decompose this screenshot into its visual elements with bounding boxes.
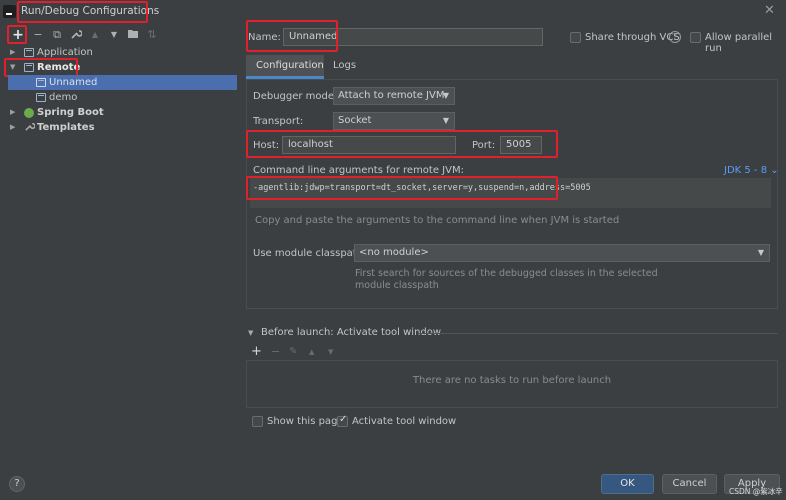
edit-task-icon[interactable]: ✎ [289,346,297,357]
tab-label: Configuration [256,60,324,71]
tree-item-templates[interactable]: ▶ Templates [8,120,237,135]
cmd-args-label: Command line arguments for remote JVM: [253,165,464,176]
sort-icon[interactable]: ⇅ [145,28,159,42]
before-launch-label: Before launch: Activate tool window [261,327,442,338]
module-value: <no module> [359,247,429,258]
share-vcs-checkbox[interactable] [570,32,581,43]
application-icon [24,48,34,57]
tree-label: Templates [37,122,95,133]
debugger-mode-select[interactable]: Attach to remote JVM ▼ [333,87,455,105]
jdk-version-label: JDK 5 - 8 [724,165,768,176]
highlight-cmd-args [246,176,558,200]
activate-tool-label: Activate tool window [352,416,457,427]
jdk-version-link[interactable]: JDK 5 - 8 ⌄ [724,165,779,176]
cancel-button[interactable]: Cancel [662,474,717,494]
tree-label: Spring Boot [37,107,104,118]
module-hint-line-2: module classpath [355,280,439,291]
parallel-run-checkbox[interactable] [690,32,701,43]
chevron-down-icon: ▼ [442,116,449,125]
tree-item-spring-boot[interactable]: ▶ Spring Boot [8,105,237,120]
highlight-add [7,25,27,44]
remote-config-icon [36,93,46,102]
watermark: CSDN @紫冰辛 [729,487,783,496]
chevron-down-icon: ▼ [757,248,764,257]
spring-boot-icon [24,108,34,118]
intellij-icon [3,5,16,18]
cmd-hint: Copy and paste the arguments to the comm… [255,215,620,226]
help-icon[interactable]: ? [669,31,681,43]
chevron-down-icon: ▼ [442,91,449,100]
module-classpath-label: Use module classpath: [253,248,367,259]
transport-select[interactable]: Socket ▼ [333,112,455,130]
expand-arrow-icon[interactable]: ▶ [10,120,15,135]
collapse-arrow-icon[interactable]: ▼ [248,329,253,337]
tree-item-unnamed[interactable]: Unnamed [8,75,237,90]
transport-label: Transport: [253,116,304,127]
highlight-name [246,20,338,52]
module-hint-line-1: First search for sources of the debugged… [355,268,658,279]
tree-label: demo [49,92,78,103]
help-button[interactable]: ? [9,476,25,492]
tree-label: Unnamed [49,77,98,88]
share-vcs-label: Share through VCS [585,32,680,43]
transport-value: Socket [338,115,372,126]
empty-tasks-message: There are no tasks to run before launch [412,375,612,386]
activate-tool-checkbox[interactable] [337,414,348,427]
debugger-mode-label: Debugger mode: [253,91,338,102]
remove-icon[interactable]: − [31,28,45,42]
highlight-title [17,1,148,23]
close-icon[interactable]: ✕ [764,3,775,18]
copy-icon[interactable]: ⧉ [50,28,64,42]
show-page-label: Show this page [267,416,344,427]
wrench-icon [24,121,36,137]
ok-button[interactable]: OK [601,474,654,494]
highlight-host-port [246,130,558,158]
move-up-icon[interactable]: ▲ [88,28,102,42]
tree-item-demo[interactable]: demo [8,90,237,105]
tab-logs[interactable]: Logs [333,60,356,71]
module-select[interactable]: <no module> ▼ [354,244,770,262]
debugger-mode-value: Attach to remote JVM [338,90,445,101]
move-down-icon[interactable]: ▼ [107,28,121,42]
task-list: There are no tasks to run before launch [246,360,778,408]
remove-task-icon[interactable]: − [271,345,280,358]
wrench-icon[interactable] [69,28,83,42]
add-task-icon[interactable]: + [251,344,262,359]
expand-arrow-icon[interactable]: ▶ [10,105,15,120]
remote-config-icon [36,78,46,87]
chevron-down-icon: ⌄ [767,165,779,176]
show-page-checkbox[interactable] [252,416,263,427]
move-up-icon[interactable]: ▲ [309,348,314,356]
move-down-icon[interactable]: ▼ [328,348,333,356]
separator [418,333,778,334]
parallel-run-label: Allow parallel run [705,32,773,54]
folder-icon[interactable] [126,28,140,42]
tab-configuration[interactable]: Configuration [246,55,324,79]
